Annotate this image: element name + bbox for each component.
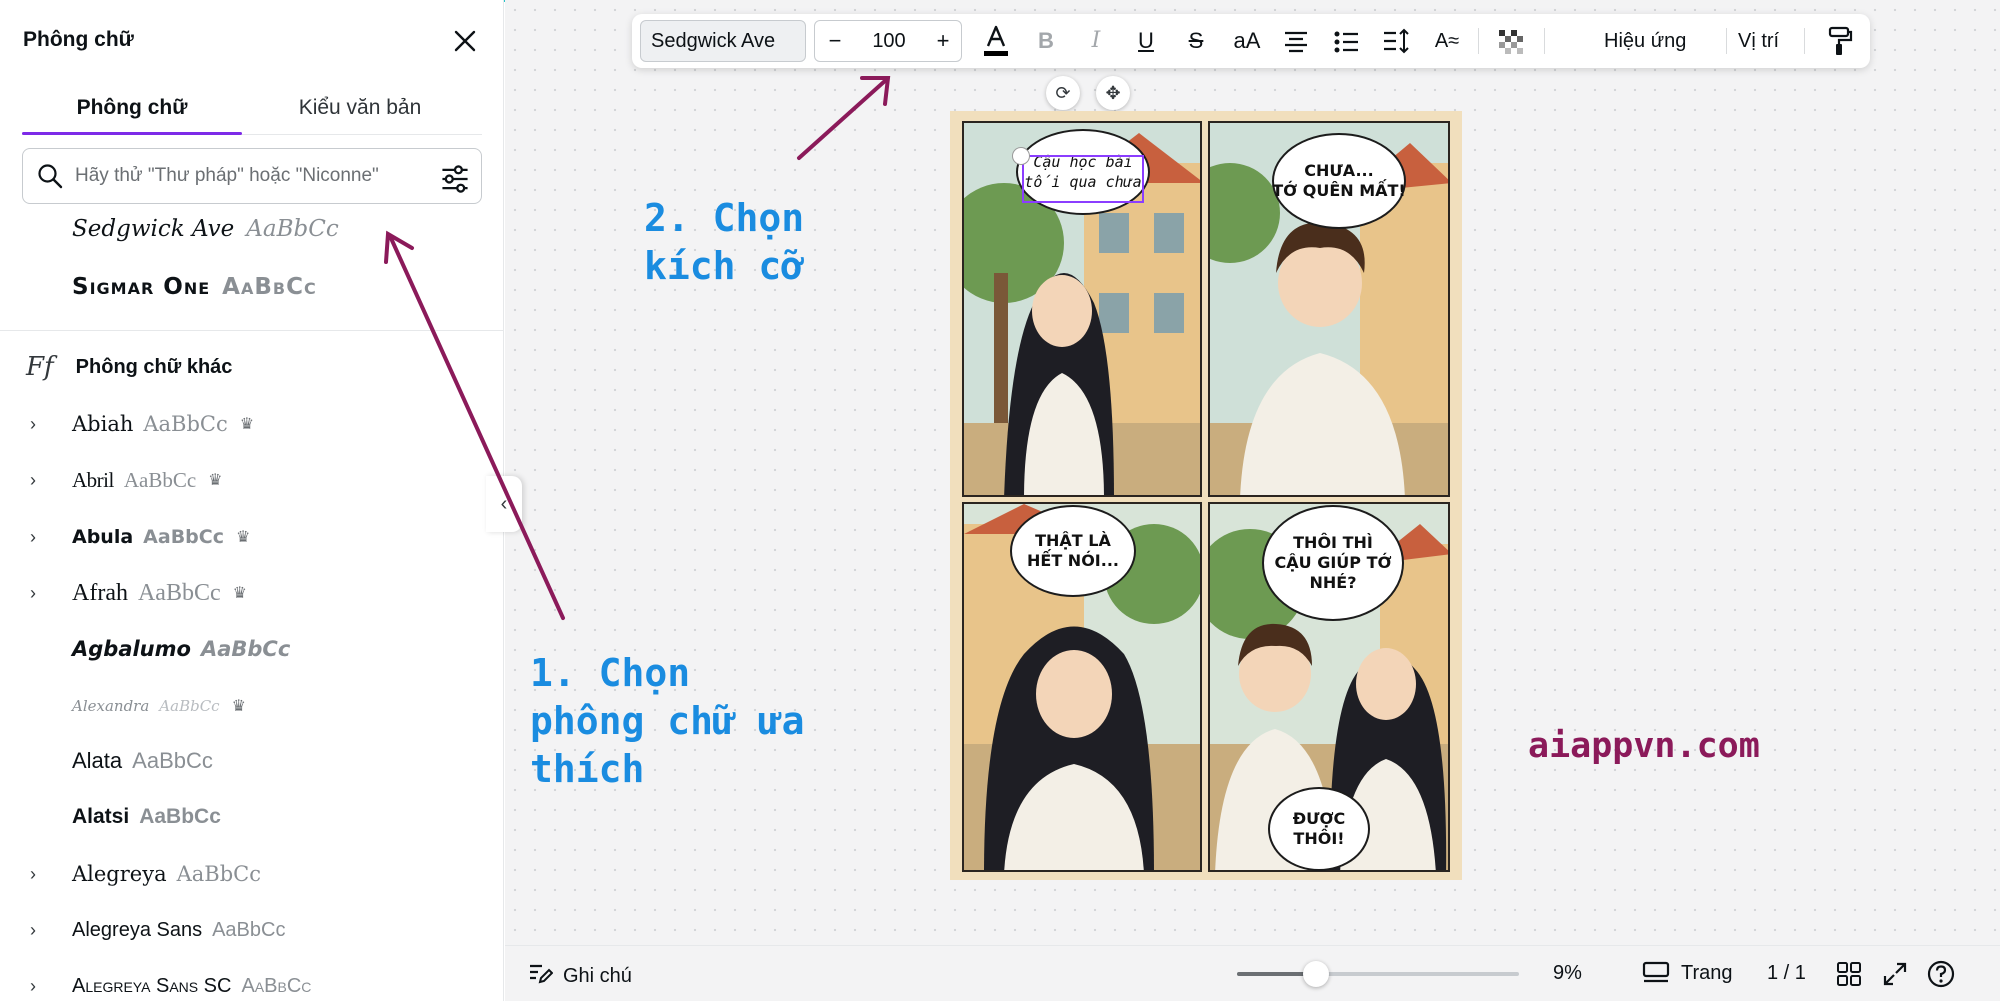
notes-label: Ghi chú — [563, 964, 632, 987]
arrow-to-font-size — [797, 78, 888, 160]
zoom-slider[interactable] — [1237, 961, 1519, 987]
pages-button[interactable]: Trang — [1641, 958, 1733, 988]
pages-icon — [1642, 961, 1670, 983]
help-icon[interactable] — [1925, 958, 1957, 990]
zoom-slider-handle[interactable] — [1302, 961, 1329, 987]
speech-bubble-4[interactable]: THÔI THÌ CẬU GIÚP TỚ NHÉ? — [1262, 505, 1404, 621]
zoom-level[interactable]: 9% — [1553, 962, 1582, 985]
fullscreen-icon[interactable] — [1879, 958, 1911, 990]
bottom-bar: Ghi chú 9% Trang 1 / 1 — [505, 945, 2000, 1001]
notes-icon — [527, 960, 554, 992]
grid-view-icon[interactable] — [1833, 958, 1865, 990]
text-selection-box[interactable] — [1022, 155, 1144, 203]
watermark-text: aiappvn.com — [1528, 726, 1760, 766]
arrow-to-font-list — [388, 234, 565, 620]
comic-page[interactable]: Cậu học bài tối qua chưa CHƯA... TỚ QUÊN… — [950, 111, 1462, 880]
pages-label: Trang — [1681, 961, 1733, 984]
speech-bubble-3[interactable]: THẬT LÀ HẾT NÓI... — [1010, 505, 1136, 597]
page-count: 1 / 1 — [1767, 962, 1806, 984]
selection-handle[interactable] — [1012, 147, 1030, 165]
notes-button[interactable]: Ghi chú — [527, 960, 632, 992]
speech-bubble-2[interactable]: CHƯA... TỚ QUÊN MẤT! — [1272, 133, 1406, 229]
speech-bubble-5[interactable]: ĐƯỢC THÔI! — [1268, 787, 1370, 871]
